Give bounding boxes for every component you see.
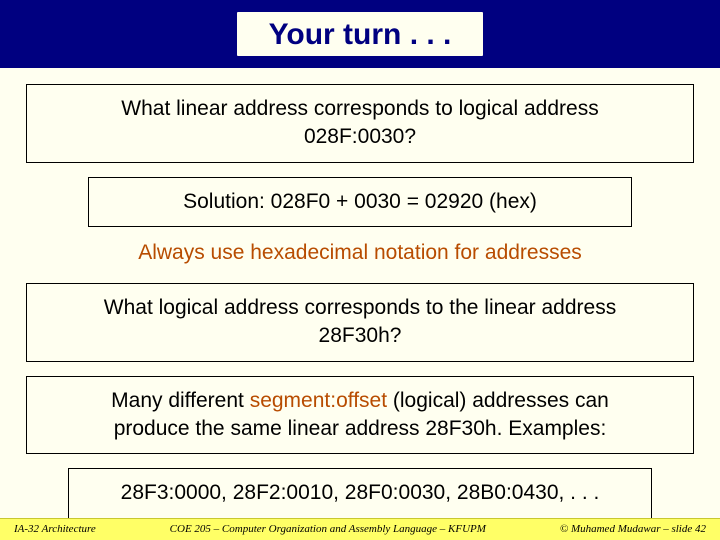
- question-1-line2: 028F:0030?: [304, 125, 416, 148]
- question-2-line1: What logical address corresponds to the …: [104, 296, 616, 319]
- title-bar: Your turn . . .: [0, 0, 720, 68]
- footer-right: © Muhamed Mudawar – slide 42: [560, 523, 706, 535]
- answer-2-part2: (logical) addresses can: [387, 389, 609, 412]
- question-1-box: What linear address corresponds to logic…: [26, 84, 694, 163]
- answer-2-part1: Many different: [111, 389, 250, 412]
- footer-center: COE 205 – Computer Organization and Asse…: [96, 523, 560, 535]
- segment-offset-term: segment:offset: [250, 389, 387, 412]
- question-2-box: What logical address corresponds to the …: [26, 283, 694, 362]
- answer-2-box: Many different segment:offset (logical) …: [26, 376, 694, 455]
- solution-text: Solution: 028F0 + 0030 = 02920 (hex): [183, 190, 537, 213]
- emphasis-note: Always use hexadecimal notation for addr…: [26, 241, 694, 265]
- question-1-line1: What linear address corresponds to logic…: [121, 97, 598, 120]
- answer-2-line2: produce the same linear address 28F30h. …: [114, 417, 607, 440]
- examples-box: 28F3:0000, 28F2:0010, 28F0:0030, 28B0:04…: [68, 468, 652, 518]
- footer-bar: IA-32 Architecture COE 205 – Computer Or…: [0, 518, 720, 540]
- question-2-line2: 28F30h?: [319, 324, 402, 347]
- slide-title: Your turn . . .: [237, 12, 484, 56]
- examples-text: 28F3:0000, 28F2:0010, 28F0:0030, 28B0:04…: [121, 481, 600, 504]
- footer-left: IA-32 Architecture: [14, 523, 96, 535]
- slide-content: What linear address corresponds to logic…: [0, 68, 720, 519]
- solution-box: Solution: 028F0 + 0030 = 02920 (hex): [88, 177, 632, 227]
